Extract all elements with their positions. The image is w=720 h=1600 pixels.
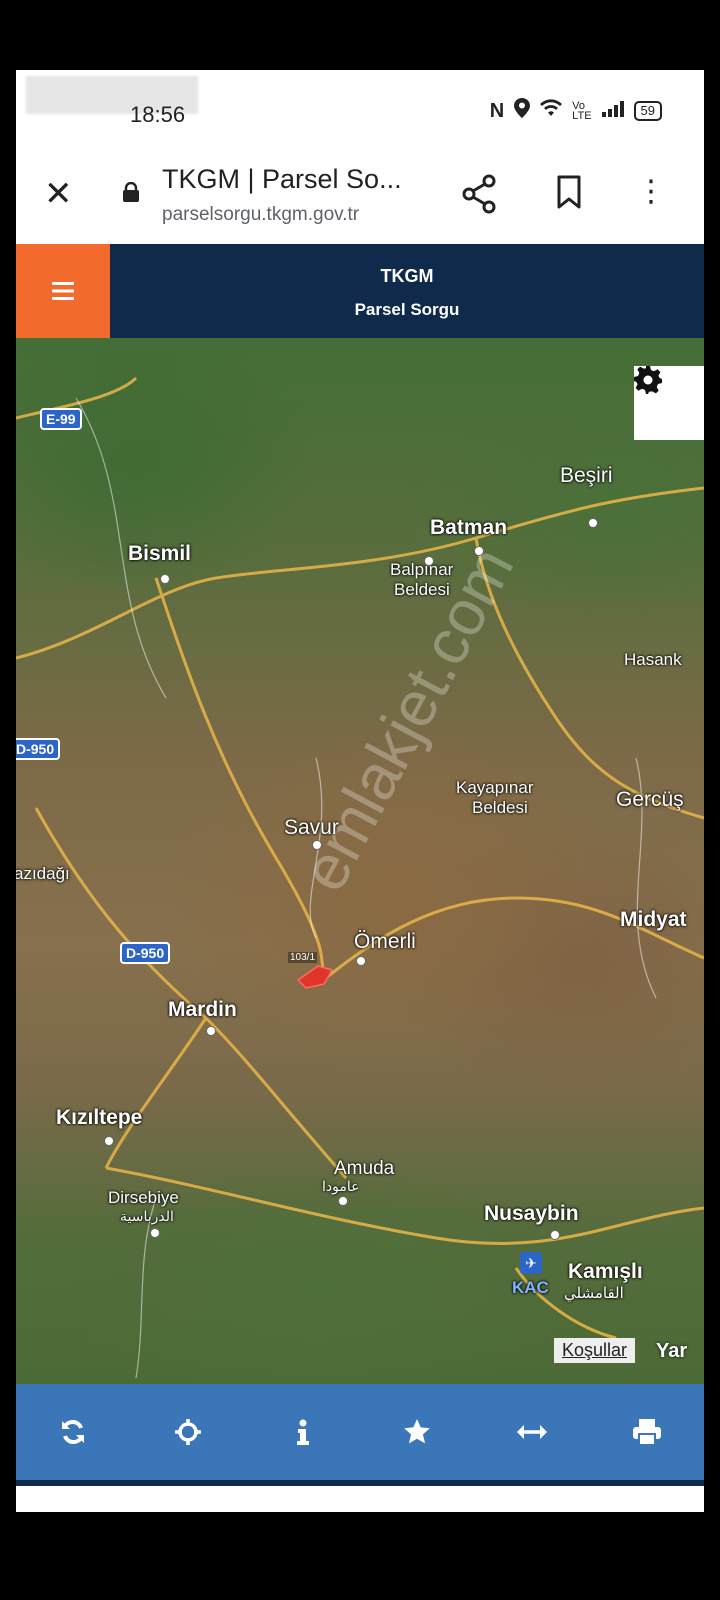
browser-toolbar: ✕ TKGM | Parsel So... parselsorgu.tkgm.g… — [16, 146, 704, 244]
parcel-number-label: 103/1 — [288, 952, 318, 963]
place-label: Balpınar — [390, 560, 454, 579]
hamburger-icon — [52, 282, 74, 300]
place-dot — [206, 1026, 216, 1036]
app-title: TKGM — [380, 266, 434, 286]
road-shield-d950: D-950 — [120, 942, 171, 964]
star-icon — [404, 1419, 431, 1444]
place-label: Ömerli — [354, 930, 416, 953]
arrows-horizontal-icon — [516, 1425, 547, 1439]
place-label: Batman — [430, 516, 508, 539]
place-label: Amuda — [334, 1158, 395, 1179]
place-label: Yar — [656, 1340, 688, 1362]
place-label: الدرباسية — [120, 1208, 174, 1224]
place-label: Beldesi — [472, 798, 528, 817]
place-dot — [338, 1196, 348, 1206]
road-shield-d950: D-950 — [16, 738, 61, 760]
locate-button[interactable] — [158, 1402, 218, 1462]
terms-link[interactable]: Koşullar — [554, 1338, 636, 1363]
map-toolbar — [16, 1384, 704, 1486]
place-label: Kızıltepe — [56, 1106, 143, 1129]
info-icon — [296, 1419, 309, 1445]
location-icon — [514, 98, 531, 124]
print-icon — [632, 1419, 661, 1445]
place-label: Kamışlı — [568, 1260, 643, 1283]
place-label: Bismil — [128, 542, 192, 565]
place-label: azıdağı — [16, 864, 70, 883]
app-subtitle: Parsel Sorgu — [354, 300, 460, 319]
place-label: عامودا — [322, 1178, 360, 1194]
lock-icon — [123, 182, 139, 202]
road-shield-e99: E-99 — [40, 408, 82, 430]
place-dot — [160, 574, 170, 584]
status-icons: N Vo LTE 59 — [490, 98, 662, 124]
battery-icon: 59 — [633, 101, 662, 121]
page-title: TKGM | Parsel So... — [162, 164, 402, 194]
place-dot — [356, 956, 366, 966]
place-label: Gercüş — [616, 788, 684, 811]
settings-button[interactable] — [634, 366, 704, 440]
system-nav-bar — [16, 1486, 704, 1512]
place-dot — [150, 1228, 160, 1238]
gear-icon — [634, 366, 662, 394]
status-time: 18:56 — [130, 102, 186, 127]
place-label: Nusaybin — [484, 1202, 579, 1225]
more-options-icon[interactable]: ⋮ — [636, 174, 666, 209]
signal-icon — [601, 100, 624, 123]
satellite-map[interactable]: emlakjet.com E-99 D-950 D-950 Beşiri Bat… — [16, 338, 704, 1384]
volte-icon: Vo LTE — [572, 100, 592, 122]
place-dot — [550, 1230, 560, 1240]
place-dot — [588, 518, 598, 528]
place-label: Dirsebiye — [108, 1188, 179, 1207]
status-bar: 18:56 N Vo LTE 59 — [16, 70, 704, 130]
place-label: Beşiri — [560, 464, 613, 487]
app-header: TKGM Parsel Sorgu — [16, 244, 704, 338]
crosshairs-icon — [174, 1419, 201, 1445]
place-label: Midyat — [620, 908, 687, 931]
close-icon[interactable]: ✕ — [44, 174, 73, 214]
measure-button[interactable] — [502, 1402, 562, 1462]
place-label: Mardin — [168, 998, 237, 1021]
place-label: Kayapınar — [456, 778, 534, 797]
place-dot — [474, 546, 484, 556]
refresh-icon — [62, 1420, 85, 1444]
page-url[interactable]: parselsorgu.tkgm.gov.tr — [162, 204, 359, 226]
wifi-icon — [540, 99, 563, 123]
place-label: Savur — [284, 816, 339, 839]
airport-code: KAC — [512, 1278, 549, 1297]
menu-button[interactable] — [16, 244, 110, 338]
airport-icon: ✈ — [520, 1252, 542, 1274]
refresh-button[interactable] — [43, 1402, 103, 1462]
parcel-highlight[interactable] — [296, 965, 334, 989]
place-label: Hasank — [624, 650, 682, 669]
place-dot — [104, 1136, 114, 1146]
place-label: القامشلي — [564, 1285, 624, 1302]
nfc-icon: N — [489, 99, 505, 122]
info-button[interactable] — [273, 1402, 333, 1462]
print-button[interactable] — [617, 1402, 677, 1462]
place-dot — [312, 840, 322, 850]
favorite-button[interactable] — [387, 1402, 447, 1462]
share-icon[interactable] — [461, 174, 497, 214]
phone-screen: 18:56 N Vo LTE 59 ✕ TKGM | Parsel So... p… — [16, 70, 704, 1512]
place-dot — [424, 556, 434, 566]
bookmark-icon[interactable] — [556, 174, 582, 210]
place-label: Beldesi — [394, 580, 450, 599]
